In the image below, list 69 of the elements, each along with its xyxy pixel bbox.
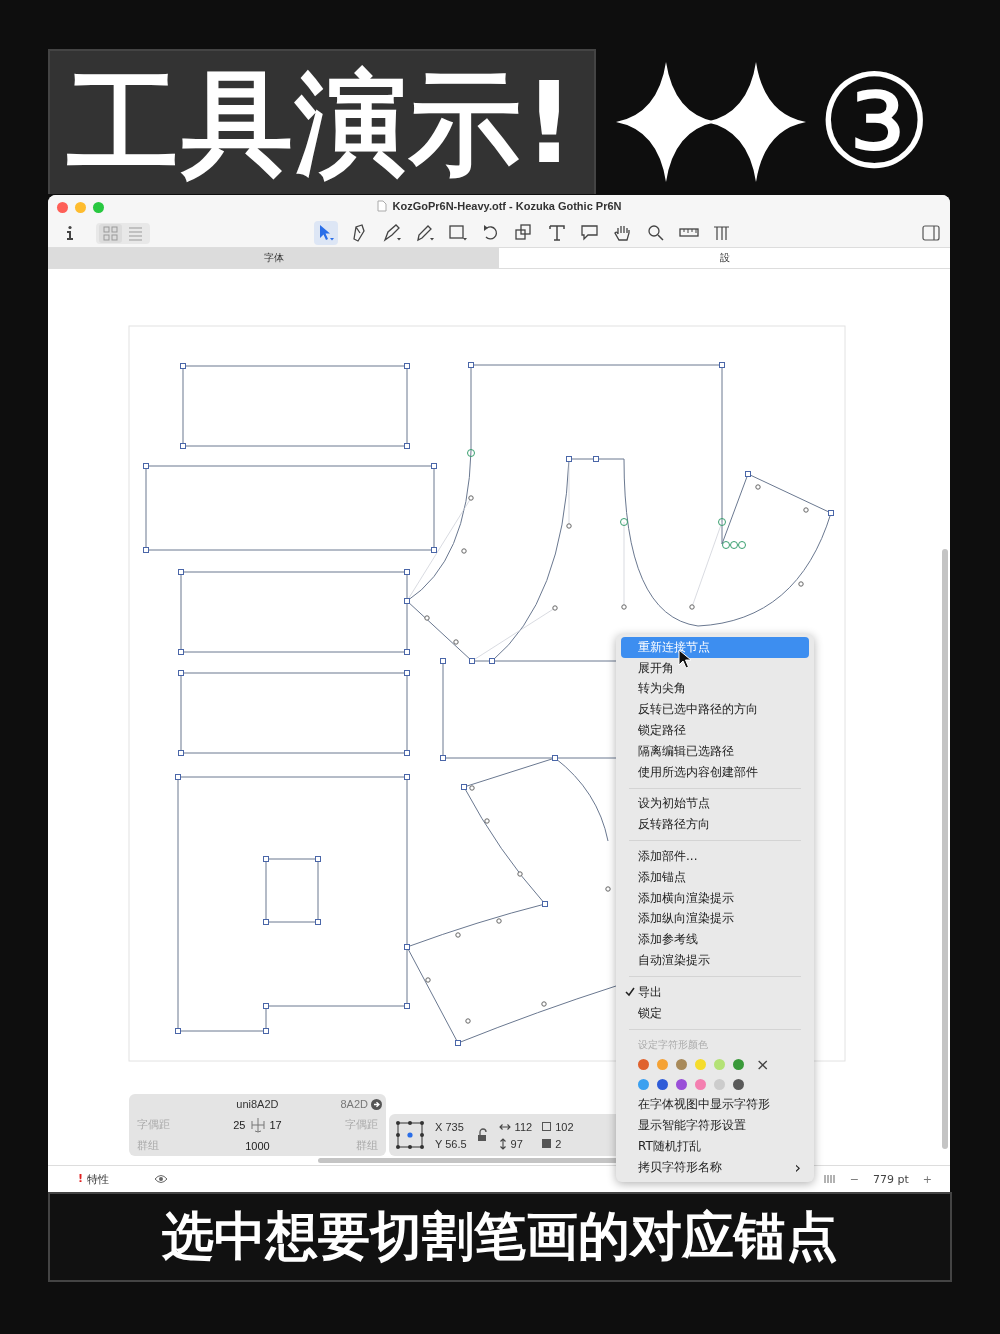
y-position: Y 56.5: [435, 1137, 467, 1150]
width-arrow-icon: [498, 1122, 511, 1131]
sidebar-icon[interactable]: [922, 225, 940, 241]
color-swatch[interactable]: [695, 1079, 706, 1091]
menu-item[interactable]: 隔离编辑已选路径: [621, 741, 809, 762]
height-arrow-icon: [498, 1137, 507, 1150]
color-swatch[interactable]: [714, 1079, 725, 1091]
menu-item[interactable]: 锁定: [621, 1002, 809, 1024]
height-value: 97: [510, 1137, 523, 1150]
metric-value: 25: [233, 1118, 246, 1131]
eye-icon[interactable]: [154, 1174, 169, 1184]
menu-item[interactable]: 导出: [621, 981, 809, 1003]
menu-item[interactable]: 反转已选中路径的方向: [621, 699, 809, 721]
menu-item[interactable]: 转为尖角: [621, 678, 809, 700]
color-swatch[interactable]: [638, 1079, 649, 1091]
color-swatch[interactable]: [733, 1059, 744, 1071]
info-icon[interactable]: [64, 225, 76, 241]
close-button[interactable]: [57, 201, 68, 213]
arrow-circle-icon[interactable]: [371, 1098, 382, 1110]
tab[interactable]: 字体: [48, 248, 499, 268]
color-swatch[interactable]: [733, 1079, 744, 1091]
menu-item[interactable]: RT随机打乱: [621, 1136, 809, 1157]
clear-color-button[interactable]: ×: [756, 1056, 770, 1073]
path-count: 2: [555, 1137, 562, 1150]
metric-value: 1000: [244, 1139, 271, 1152]
lock-icon[interactable]: [476, 1128, 489, 1142]
glyph-name: uni8A2D: [236, 1098, 279, 1110]
menu-item[interactable]: 使用所选内容创建部件: [621, 761, 809, 783]
menu-item[interactable]: 自动渲染提示: [621, 950, 809, 971]
menu-item[interactable]: 拷贝字符形名称 ›: [621, 1156, 809, 1178]
zoom-in-button[interactable]: +: [922, 1172, 932, 1186]
menu-item[interactable]: 锁定路径: [621, 720, 809, 741]
color-swatch[interactable]: [695, 1059, 706, 1071]
zoom-level: 779 pt: [873, 1172, 909, 1186]
menu-item[interactable]: 添加部件...: [621, 846, 809, 867]
color-swatch[interactable]: [638, 1059, 649, 1071]
menu-item[interactable]: 添加纵向渲染提示: [621, 908, 809, 930]
document-icon: [376, 200, 387, 212]
menu-item[interactable]: 添加横向渲染提示: [621, 887, 809, 909]
features-tab[interactable]: ! 特性: [78, 1171, 110, 1187]
window-title: KozGoPr6N-Heavy.otf - Kozuka Gothic Pr6N: [392, 200, 622, 212]
color-swatch[interactable]: [676, 1079, 687, 1091]
scrollbar[interactable]: [318, 1158, 618, 1163]
color-swatch[interactable]: [714, 1059, 725, 1071]
menu-item[interactable]: 添加参考线: [621, 929, 809, 951]
zoom-out-button[interactable]: −: [849, 1172, 859, 1186]
kerning-link-icon[interactable]: [248, 1116, 267, 1133]
color-swatch[interactable]: [657, 1079, 668, 1091]
scrollbar[interactable]: [942, 549, 948, 1149]
width-value: 112: [514, 1120, 533, 1133]
menu-item[interactable]: 反转路径方向: [621, 814, 809, 836]
color-swatch[interactable]: [657, 1059, 668, 1071]
reference-point-icon[interactable]: [395, 1120, 425, 1150]
menu-item[interactable]: 显示智能字符形设置: [621, 1115, 809, 1137]
color-swatch[interactable]: [676, 1059, 687, 1071]
caption-text: 选中想要切割笔画的对应锚点: [162, 1205, 838, 1268]
circled-number: ③: [816, 56, 933, 187]
checkmark-icon: [624, 987, 635, 998]
x-position: X 735: [435, 1120, 465, 1133]
menu-item[interactable]: 设为初始节点: [621, 793, 809, 815]
path-count-icon: [542, 1139, 552, 1148]
menu-item[interactable]: 添加锚点: [621, 866, 809, 888]
node-count: 102: [555, 1120, 574, 1133]
menu-item[interactable]: 在字体视图中显示字符形: [621, 1094, 809, 1116]
banner-title: 工具演示!: [48, 49, 596, 194]
menu-item[interactable]: 展开角: [621, 657, 809, 679]
metric-value: 17: [269, 1118, 282, 1131]
unicode-value: 8A2D: [340, 1098, 368, 1110]
node-count-icon: [542, 1122, 552, 1131]
